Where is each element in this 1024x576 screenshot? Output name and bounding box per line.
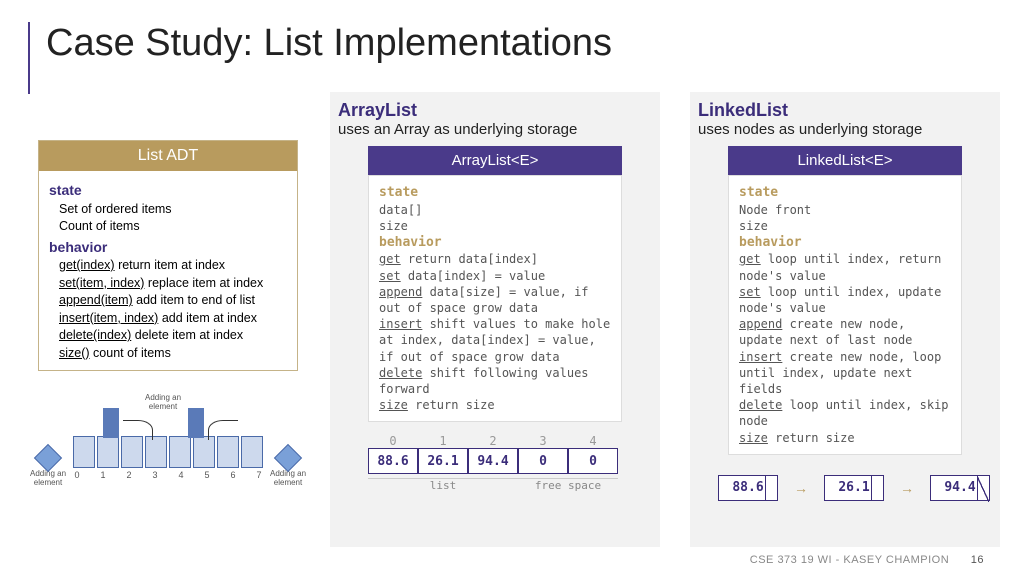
- arrow-down-icon: [188, 408, 204, 438]
- slide-footer: CSE 373 19 WI - KASEY CHAMPION 16: [750, 554, 984, 566]
- array-label-row: list free space: [368, 478, 652, 492]
- arraylist-title: ArrayList: [338, 100, 652, 121]
- linkedlist-column: LinkedList uses nodes as underlying stor…: [690, 92, 1000, 547]
- behavior-label: behavior: [739, 234, 951, 252]
- linkedlist-nodes: 88.6 → 26.1 → 94.4: [718, 475, 992, 501]
- op-line: insert create new node, loop until index…: [739, 349, 951, 398]
- arrow-icon: →: [794, 480, 808, 496]
- linkedlist-panel: LinkedList<E> state Node front size beha…: [698, 146, 992, 455]
- diagram-cell: [217, 436, 239, 468]
- op-line: get loop until index, return node's valu…: [739, 251, 951, 283]
- state-label: state: [49, 181, 287, 201]
- behavior-line: set(item, index) replace item at index: [59, 275, 287, 293]
- op-line: get return data[index]: [379, 251, 611, 267]
- linkedlist-panel-header: LinkedList<E>: [728, 146, 962, 175]
- diagram-cell: [193, 436, 215, 468]
- array-cell: 94.4: [468, 448, 518, 474]
- diagram-cell: [121, 436, 143, 468]
- arraylist-panel: ArrayList<E> state data[] size behavior …: [338, 146, 652, 422]
- list-adt-body: state Set of ordered items Count of item…: [39, 171, 297, 370]
- behavior-label: behavior: [49, 238, 287, 258]
- linkedlist-title: LinkedList: [698, 100, 992, 121]
- list-label: list: [368, 478, 518, 492]
- op-line: append data[size] = value, if out of spa…: [379, 284, 611, 316]
- linkedlist-subtitle: uses nodes as underlying storage: [698, 121, 992, 138]
- accent-bar: [28, 22, 30, 94]
- diagram-cell: [169, 436, 191, 468]
- page-title: Case Study: List Implementations: [46, 22, 612, 65]
- linkedlist-panel-body: state Node front size behavior get loop …: [728, 175, 962, 455]
- arraylist-column: ArrayList uses an Array as underlying st…: [330, 92, 660, 547]
- op-line: set data[index] = value: [379, 268, 611, 284]
- list-adt-column: List ADT state Set of ordered items Coun…: [38, 140, 298, 371]
- diagram-label-adding-left: Adding an element: [28, 470, 68, 488]
- arrow-icon: →: [900, 480, 914, 496]
- state-label: state: [739, 184, 951, 202]
- arraylist-panel-header: ArrayList<E>: [368, 146, 622, 175]
- state-line: data[]: [379, 202, 611, 218]
- curve-arrow-icon: [123, 420, 153, 440]
- array-insert-diagram: Adding an element Adding an element Addi…: [28, 400, 308, 480]
- course-code: CSE 373 19 WI - KASEY CHAMPION: [750, 554, 949, 566]
- page-number: 16: [971, 554, 984, 566]
- op-line: append create new node, update next of l…: [739, 316, 951, 348]
- array-index-row: 0 1 2 3 4: [368, 434, 652, 448]
- behavior-line: size() count of items: [59, 345, 287, 363]
- state-line: Count of items: [59, 218, 287, 236]
- diagram-cell: [73, 436, 95, 468]
- diagram-cells: [28, 436, 308, 468]
- op-line: delete shift following values forward: [379, 365, 611, 397]
- list-adt-header: List ADT: [39, 141, 297, 171]
- diagram-indices: 0 1 2 3 4 5 6 7: [28, 470, 308, 480]
- op-line: insert shift values to make hole at inde…: [379, 316, 611, 365]
- op-line: size return size: [379, 397, 611, 413]
- diagram-label-adding-right: Adding an element: [268, 470, 308, 488]
- behavior-label: behavior: [379, 234, 611, 252]
- curve-arrow-icon: [208, 420, 238, 440]
- op-line: size return size: [739, 430, 951, 446]
- array-cell: 88.6: [368, 448, 418, 474]
- array-cell: 0: [518, 448, 568, 474]
- state-line: size: [739, 218, 951, 234]
- array-cells: 88.6 26.1 94.4 0 0: [368, 448, 652, 474]
- arraylist-panel-body: state data[] size behavior get return da…: [368, 175, 622, 422]
- state-line: size: [379, 218, 611, 234]
- ll-node: 94.4: [930, 475, 990, 501]
- state-label: state: [379, 184, 611, 202]
- array-cell: 26.1: [418, 448, 468, 474]
- state-line: Set of ordered items: [59, 201, 287, 219]
- state-line: Node front: [739, 202, 951, 218]
- behavior-line: delete(index) delete item at index: [59, 327, 287, 345]
- ll-node: 26.1: [824, 475, 884, 501]
- diagram-cell: [97, 436, 119, 468]
- arraylist-subtitle: uses an Array as underlying storage: [338, 121, 652, 138]
- behavior-line: get(index) return item at index: [59, 257, 287, 275]
- free-space-label: free space: [518, 478, 618, 492]
- diagram-label-adding-top: Adding an element: [138, 394, 188, 412]
- array-cell: 0: [568, 448, 618, 474]
- behavior-line: append(item) add item to end of list: [59, 292, 287, 310]
- ll-node: 88.6: [718, 475, 778, 501]
- op-line: set loop until index, update node's valu…: [739, 284, 951, 316]
- behavior-line: insert(item, index) add item at index: [59, 310, 287, 328]
- list-adt-box: List ADT state Set of ordered items Coun…: [38, 140, 298, 371]
- op-line: delete loop until index, skip node: [739, 397, 951, 429]
- arrow-down-icon: [103, 408, 119, 438]
- diagram-cell: [145, 436, 167, 468]
- diagram-cell: [241, 436, 263, 468]
